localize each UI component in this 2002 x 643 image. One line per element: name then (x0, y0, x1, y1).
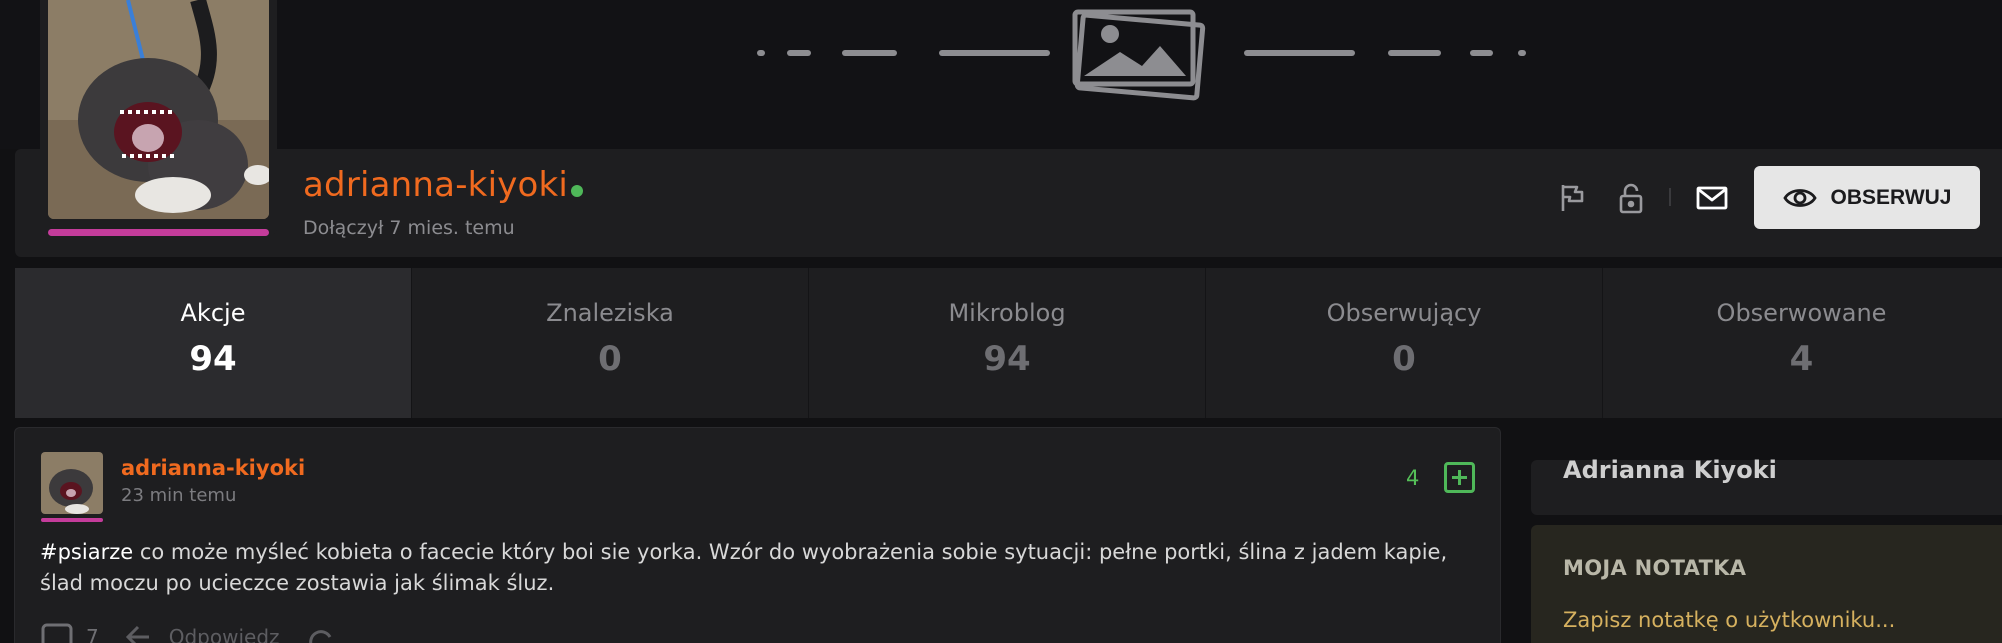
vote-count: 4 (1406, 466, 1420, 490)
plus-icon (1452, 470, 1467, 485)
stat-label: Mikroblog (948, 299, 1066, 327)
plus-vote-button[interactable] (1444, 462, 1475, 493)
reply-label[interactable]: Odpowiedz (169, 625, 280, 643)
tab-znaleziska[interactable]: Znaleziska 0 (412, 268, 809, 418)
tab-akcje[interactable]: Akcje 94 (15, 268, 412, 418)
comment-count[interactable]: 7 (86, 625, 99, 643)
observe-label: OBSERWUJ (1830, 185, 1952, 209)
joined-date: Dołączył 7 mies. temu (303, 217, 515, 239)
image-placeholder-icon (740, 0, 1540, 110)
online-status-dot (571, 185, 583, 197)
lock-icon[interactable] (1614, 181, 1648, 215)
profile-username[interactable]: adrianna-kiyoki (303, 165, 568, 205)
avatar-frame (40, 0, 277, 236)
eye-icon (1782, 181, 1817, 215)
comment-icon[interactable] (40, 621, 76, 643)
stat-label: Obserwowane (1716, 299, 1887, 327)
stat-value: 94 (189, 339, 237, 379)
stat-label: Obserwujący (1326, 299, 1482, 327)
post-text: co może myśleć kobieta o facecie który b… (40, 540, 1448, 595)
note-title: MOJA NOTATKA (1563, 556, 1747, 580)
mail-icon[interactable] (1695, 181, 1729, 215)
share-icon[interactable] (304, 621, 340, 643)
avatar-color-bar (48, 229, 269, 236)
reply-icon[interactable] (123, 621, 159, 643)
post-time[interactable]: 23 min temu (121, 485, 236, 506)
stat-label: Akcje (180, 299, 246, 327)
profile-page: adrianna-kiyoki Dołączył 7 mies. temu OB… (0, 0, 2002, 643)
observe-button[interactable]: OBSERWUJ (1754, 166, 1980, 229)
post-avatar-color-bar (41, 518, 103, 522)
stat-value: 0 (598, 339, 622, 379)
post-avatar[interactable] (41, 452, 103, 514)
post-author[interactable]: adrianna-kiyoki (121, 456, 305, 480)
tab-obserwowane[interactable]: Obserwowane 4 (1603, 268, 2000, 418)
post-footer: 7 Odpowiedz (40, 622, 340, 643)
stat-value: 94 (983, 339, 1031, 379)
avatar[interactable] (48, 0, 269, 219)
stat-value: 0 (1392, 339, 1416, 379)
post-content: #psiarze co może myśleć kobieta o faceci… (40, 537, 1480, 599)
flag-icon[interactable] (1555, 181, 1589, 215)
stat-value: 4 (1789, 339, 1814, 379)
profile-banner (0, 0, 2002, 149)
sidebar-display-name: Adrianna Kiyoki (1563, 456, 1777, 484)
stat-label: Znaleziska (546, 299, 674, 327)
actions-separator (1669, 188, 1671, 206)
hashtag-link[interactable]: #psiarze (40, 540, 133, 564)
tab-mikroblog[interactable]: Mikroblog 94 (809, 268, 1206, 418)
stats-tabs: Akcje 94 Znaleziska 0 Mikroblog 94 Obser… (15, 268, 2002, 418)
note-input[interactable]: Zapisz notatkę o użytkowniku... (1563, 608, 1983, 632)
tab-obserwujacy[interactable]: Obserwujący 0 (1206, 268, 1603, 418)
